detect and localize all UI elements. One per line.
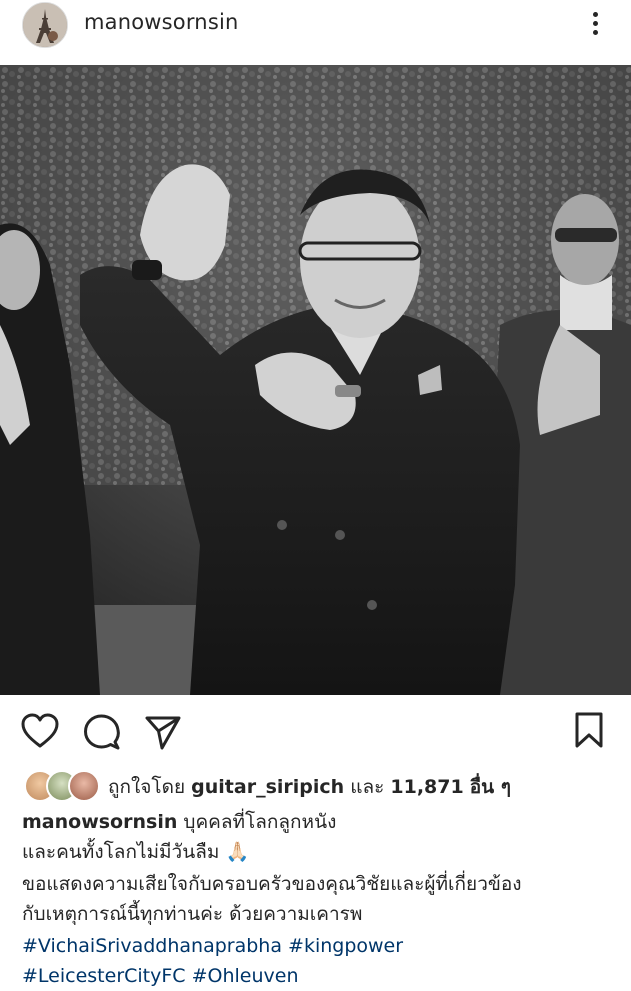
post-header: manowsornsin: [0, 0, 631, 48]
likes-count[interactable]: 11,871: [390, 776, 463, 798]
more-options-icon[interactable]: [588, 8, 602, 40]
post-username[interactable]: manowsornsin: [84, 10, 239, 34]
caption-line-4: กับเหตุการณ์นี้ทุกท่านค่ะ ด้วยความเคารพ: [22, 900, 622, 929]
hashtag-link[interactable]: #kingpower: [288, 935, 403, 957]
heart-icon[interactable]: [20, 712, 60, 750]
pray-emoji: 🙏🏻: [225, 841, 250, 863]
caption-text: ขอแสดงความเสียใจกับครอบครัวของคุณวิชัยแล…: [22, 873, 522, 895]
caption-hashtags-1: #VichaiSrivaddhanaprabha #kingpower: [22, 932, 622, 961]
liked-by-username[interactable]: guitar_siripich: [191, 776, 344, 798]
hashtag-link[interactable]: #LeicesterCityFC: [22, 965, 186, 987]
likes-prefix: ถูกใจโดย: [108, 776, 186, 798]
caption-hashtags-2: #LeicesterCityFC #Ohleuven: [22, 962, 622, 991]
comment-icon[interactable]: [82, 712, 122, 752]
caption-text: และคนทั้งโลกไม่มีวันลืม: [22, 841, 220, 863]
profile-avatar[interactable]: [22, 2, 68, 48]
caption-text: บุคคลที่โลกลูกหนัง: [183, 811, 337, 833]
likes-and: และ: [350, 776, 385, 798]
liker-avatar: [68, 770, 100, 802]
likes-summary[interactable]: ถูกใจโดย guitar_siripich และ 11,871 อื่น…: [0, 768, 631, 802]
caption-username[interactable]: manowsornsin: [22, 811, 177, 833]
hashtag-link[interactable]: #VichaiSrivaddhanaprabha: [22, 935, 282, 957]
likes-text: ถูกใจโดย guitar_siripich และ 11,871 อื่น…: [108, 772, 511, 802]
bookmark-icon[interactable]: [572, 710, 606, 750]
caption-line-2: และคนทั้งโลกไม่มีวันลืม 🙏🏻: [22, 838, 622, 867]
hashtag-link[interactable]: #Ohleuven: [192, 965, 299, 987]
caption-text: กับเหตุการณ์นี้ทุกท่านค่ะ ด้วยความเคารพ: [22, 903, 363, 925]
likes-others[interactable]: อื่น ๆ: [470, 776, 511, 798]
caption-line-1: manowsornsin บุคคลที่โลกลูกหนัง: [22, 808, 622, 837]
caption-line-3: ขอแสดงความเสียใจกับครอบครัวของคุณวิชัยแล…: [22, 870, 622, 899]
send-icon[interactable]: [143, 712, 183, 752]
post-photo[interactable]: [0, 65, 631, 695]
